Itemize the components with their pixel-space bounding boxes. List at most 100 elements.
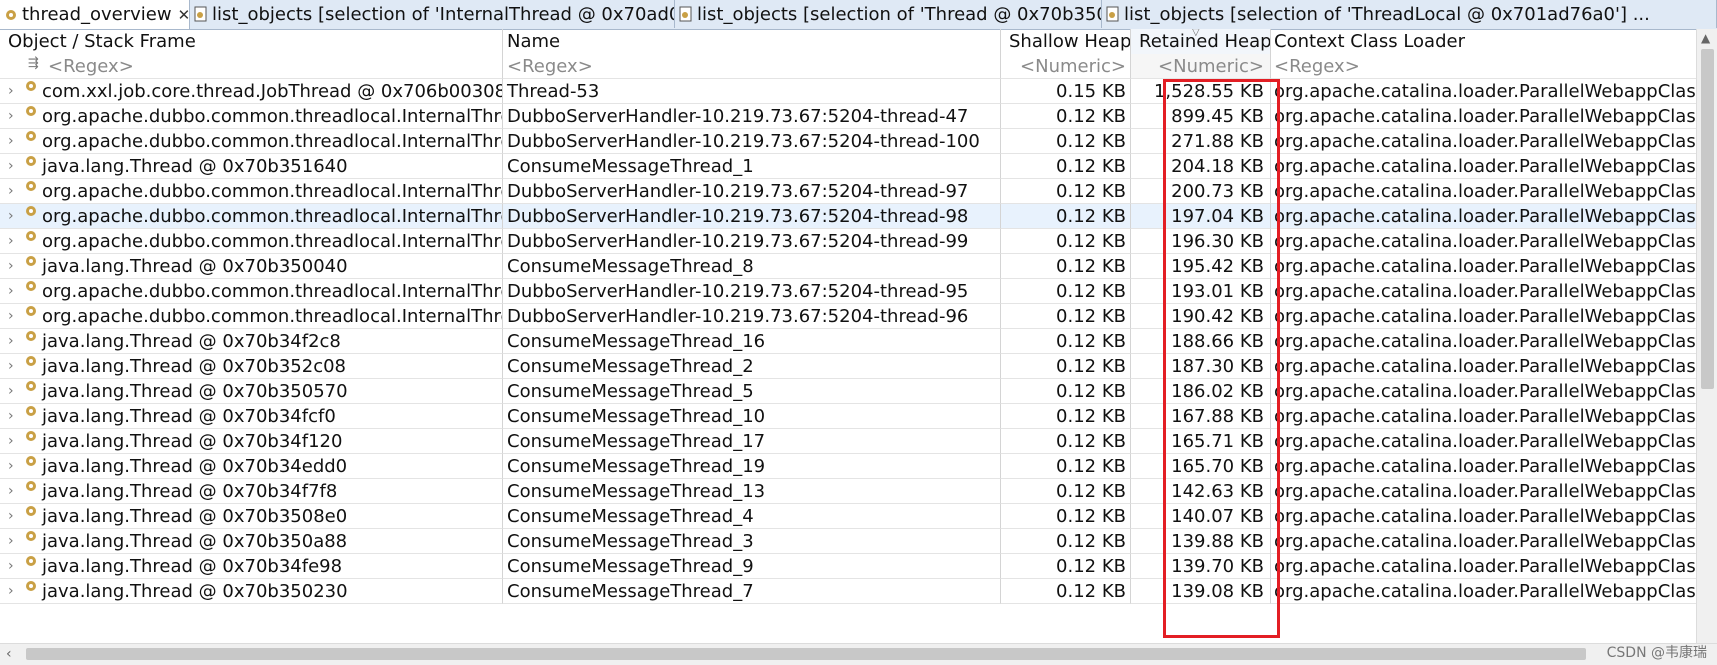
object-cell: › org.apache.dubbo.common.threadlocal.Int… [0,129,503,154]
expand-chevron-icon[interactable]: › [8,579,24,603]
column-header-object[interactable]: Object / Stack Frame [0,29,503,54]
object-label: com.xxl.job.core.thread.JobThread @ 0x70… [42,80,503,102]
retained-heap-value: 186.02 KB [1131,379,1271,404]
column-header-context-class-loader[interactable]: Context Class Loader [1271,29,1696,54]
expand-chevron-icon[interactable]: › [8,304,24,328]
object-label: java.lang.Thread @ 0x70b34fcf0 [42,405,336,427]
context-class-loader: org.apache.catalina.loader.ParallelWebap… [1271,454,1696,479]
object-cell: › java.lang.Thread @ 0x70b34edd0 [0,454,503,479]
document-icon [1106,6,1119,22]
table-row[interactable]: › org.apache.dubbo.common.threadlocal.Int… [0,129,1696,154]
object-label: java.lang.Thread @ 0x70b350570 [42,380,348,402]
expand-chevron-icon[interactable]: › [8,204,24,228]
thread-object-icon [26,131,36,141]
context-class-loader: org.apache.catalina.loader.ParallelWebap… [1271,254,1696,279]
expand-chevron-icon[interactable]: › [8,154,24,178]
object-label: java.lang.Thread @ 0x70b34fe98 [42,555,343,577]
context-class-loader: org.apache.catalina.loader.ParallelWebap… [1271,429,1696,454]
document-icon [679,6,692,22]
table-row[interactable]: › org.apache.dubbo.common.threadlocal.Int… [0,279,1696,304]
vertical-scroll-thumb[interactable] [1701,49,1714,389]
tab-list-objects-internalthread[interactable]: list_objects [selection of 'InternalThre… [190,0,675,28]
expand-chevron-icon[interactable]: › [8,479,24,503]
table-row[interactable]: › java.lang.Thread @ 0x70b34f120 ConsumeMe… [0,429,1696,454]
table-row[interactable]: › java.lang.Thread @ 0x70b34edd0 ConsumeMe… [0,454,1696,479]
retained-heap-value: 200.73 KB [1131,179,1271,204]
thread-name: ConsumeMessageThread_2 [503,354,1001,379]
thread-name: DubboServerHandler-10.219.73.67:5204-thr… [503,179,1001,204]
context-class-loader: org.apache.catalina.loader.ParallelWebap… [1271,104,1696,129]
horizontal-scroll-thumb[interactable] [26,648,1586,660]
expand-chevron-icon[interactable]: › [8,79,24,103]
object-cell: › java.lang.Thread @ 0x70b3508e0 [0,504,503,529]
expand-chevron-icon[interactable]: › [8,104,24,128]
table-row[interactable]: › java.lang.Thread @ 0x70b350570 ConsumeMe… [0,379,1696,404]
expand-chevron-icon[interactable]: › [8,379,24,403]
thread-object-icon [26,531,36,541]
expand-chevron-icon[interactable]: › [8,454,24,478]
expand-chevron-icon[interactable]: › [8,554,24,578]
shallow-heap-value: 0.12 KB [1001,404,1131,429]
object-label: java.lang.Thread @ 0x70b350230 [42,580,348,602]
table-row[interactable]: › org.apache.dubbo.common.threadlocal.Int… [0,104,1696,129]
expand-chevron-icon[interactable]: › [8,354,24,378]
filter-object-cell[interactable]: ⇶ <Regex> [0,54,503,79]
expand-chevron-icon[interactable]: › [8,504,24,528]
tab-label: thread_overview [22,4,172,25]
expand-chevron-icon[interactable]: › [8,404,24,428]
table-row[interactable]: › java.lang.Thread @ 0x70b351640 ConsumeMe… [0,154,1696,179]
filter-row: ⇶ <Regex> <Regex> <Numeric> <Numeric> <R… [0,54,1696,79]
table-row[interactable]: › java.lang.Thread @ 0x70b34f7f8 ConsumeMe… [0,479,1696,504]
table-row[interactable]: › java.lang.Thread @ 0x70b3508e0 ConsumeMe… [0,504,1696,529]
expand-chevron-icon[interactable]: › [8,179,24,203]
thread-name: ConsumeMessageThread_5 [503,379,1001,404]
thread-object-icon [26,356,36,366]
column-header-retained-heap[interactable]: Retained Heap [1131,29,1271,54]
thread-object-icon [26,206,36,216]
close-icon[interactable]: ✕ [178,6,189,24]
expand-chevron-icon[interactable]: › [8,329,24,353]
context-class-loader: org.apache.catalina.loader.ParallelWebap… [1271,229,1696,254]
thread-name: DubboServerHandler-10.219.73.67:5204-thr… [503,229,1001,254]
filter-retained-heap[interactable]: <Numeric> [1131,54,1271,79]
expand-chevron-icon[interactable]: › [8,229,24,253]
filter-name[interactable]: <Regex> [503,54,1001,79]
table-row[interactable]: › org.apache.dubbo.common.threadlocal.Int… [0,304,1696,329]
column-header-shallow-heap[interactable]: Shallow Heap [1001,29,1131,54]
table-row[interactable]: › org.apache.dubbo.common.threadlocal.Int… [0,229,1696,254]
table-row[interactable]: › com.xxl.job.core.thread.JobThread @ 0x7… [0,79,1696,104]
thread-object-icon [26,556,36,566]
watermark: CSDN @韦康瑞 [1606,645,1707,661]
expand-chevron-icon[interactable]: › [8,254,24,278]
table-row[interactable]: › java.lang.Thread @ 0x70b352c08 ConsumeMe… [0,354,1696,379]
vertical-scrollbar[interactable]: ▲ [1696,29,1717,643]
column-header-name[interactable]: Name [503,29,1001,54]
object-label: org.apache.dubbo.common.threadlocal.Inte… [42,105,503,127]
filter-context-class-loader[interactable]: <Regex> [1271,54,1696,79]
table-row[interactable]: › org.apache.dubbo.common.threadlocal.Int… [0,179,1696,204]
tab-list-objects-threadlocal[interactable]: list_objects [selection of 'ThreadLocal … [1102,0,1717,28]
tab-thread-overview[interactable]: thread_overview ✕ [0,0,190,29]
table-row[interactable]: › java.lang.Thread @ 0x70b350a88 ConsumeMe… [0,529,1696,554]
expand-chevron-icon[interactable]: › [8,279,24,303]
table-row[interactable]: › org.apache.dubbo.common.threadlocal.Int… [0,204,1696,229]
table-row[interactable]: › java.lang.Thread @ 0x70b34f2c8 ConsumeMe… [0,329,1696,354]
context-class-loader: org.apache.catalina.loader.ParallelWebap… [1271,354,1696,379]
tab-list-objects-thread[interactable]: list_objects [selection of 'Thread @ 0x7… [675,0,1102,28]
shallow-heap-value: 0.12 KB [1001,504,1131,529]
table-row[interactable]: › java.lang.Thread @ 0x70b34fcf0 ConsumeMe… [0,404,1696,429]
filter-object[interactable]: <Regex> [48,54,134,78]
table-row[interactable]: › java.lang.Thread @ 0x70b34fe98 ConsumeMe… [0,554,1696,579]
filter-shallow-heap[interactable]: <Numeric> [1001,54,1131,79]
table-row[interactable]: › java.lang.Thread @ 0x70b350230 ConsumeMe… [0,579,1696,604]
expand-chevron-icon[interactable]: › [8,529,24,553]
table-row[interactable]: › java.lang.Thread @ 0x70b350040 ConsumeMe… [0,254,1696,279]
expand-chevron-icon[interactable]: › [8,129,24,153]
scroll-up-icon[interactable]: ▲ [1701,31,1710,45]
expand-chevron-icon[interactable]: › [8,429,24,453]
retained-heap-value: 196.30 KB [1131,229,1271,254]
thread-name: DubboServerHandler-10.219.73.67:5204-thr… [503,279,1001,304]
horizontal-scrollbar[interactable]: ‹ [0,643,1717,665]
table-header: Object / Stack Frame Name Shallow Heap R… [0,29,1696,54]
scroll-left-icon[interactable]: ‹ [6,646,12,662]
